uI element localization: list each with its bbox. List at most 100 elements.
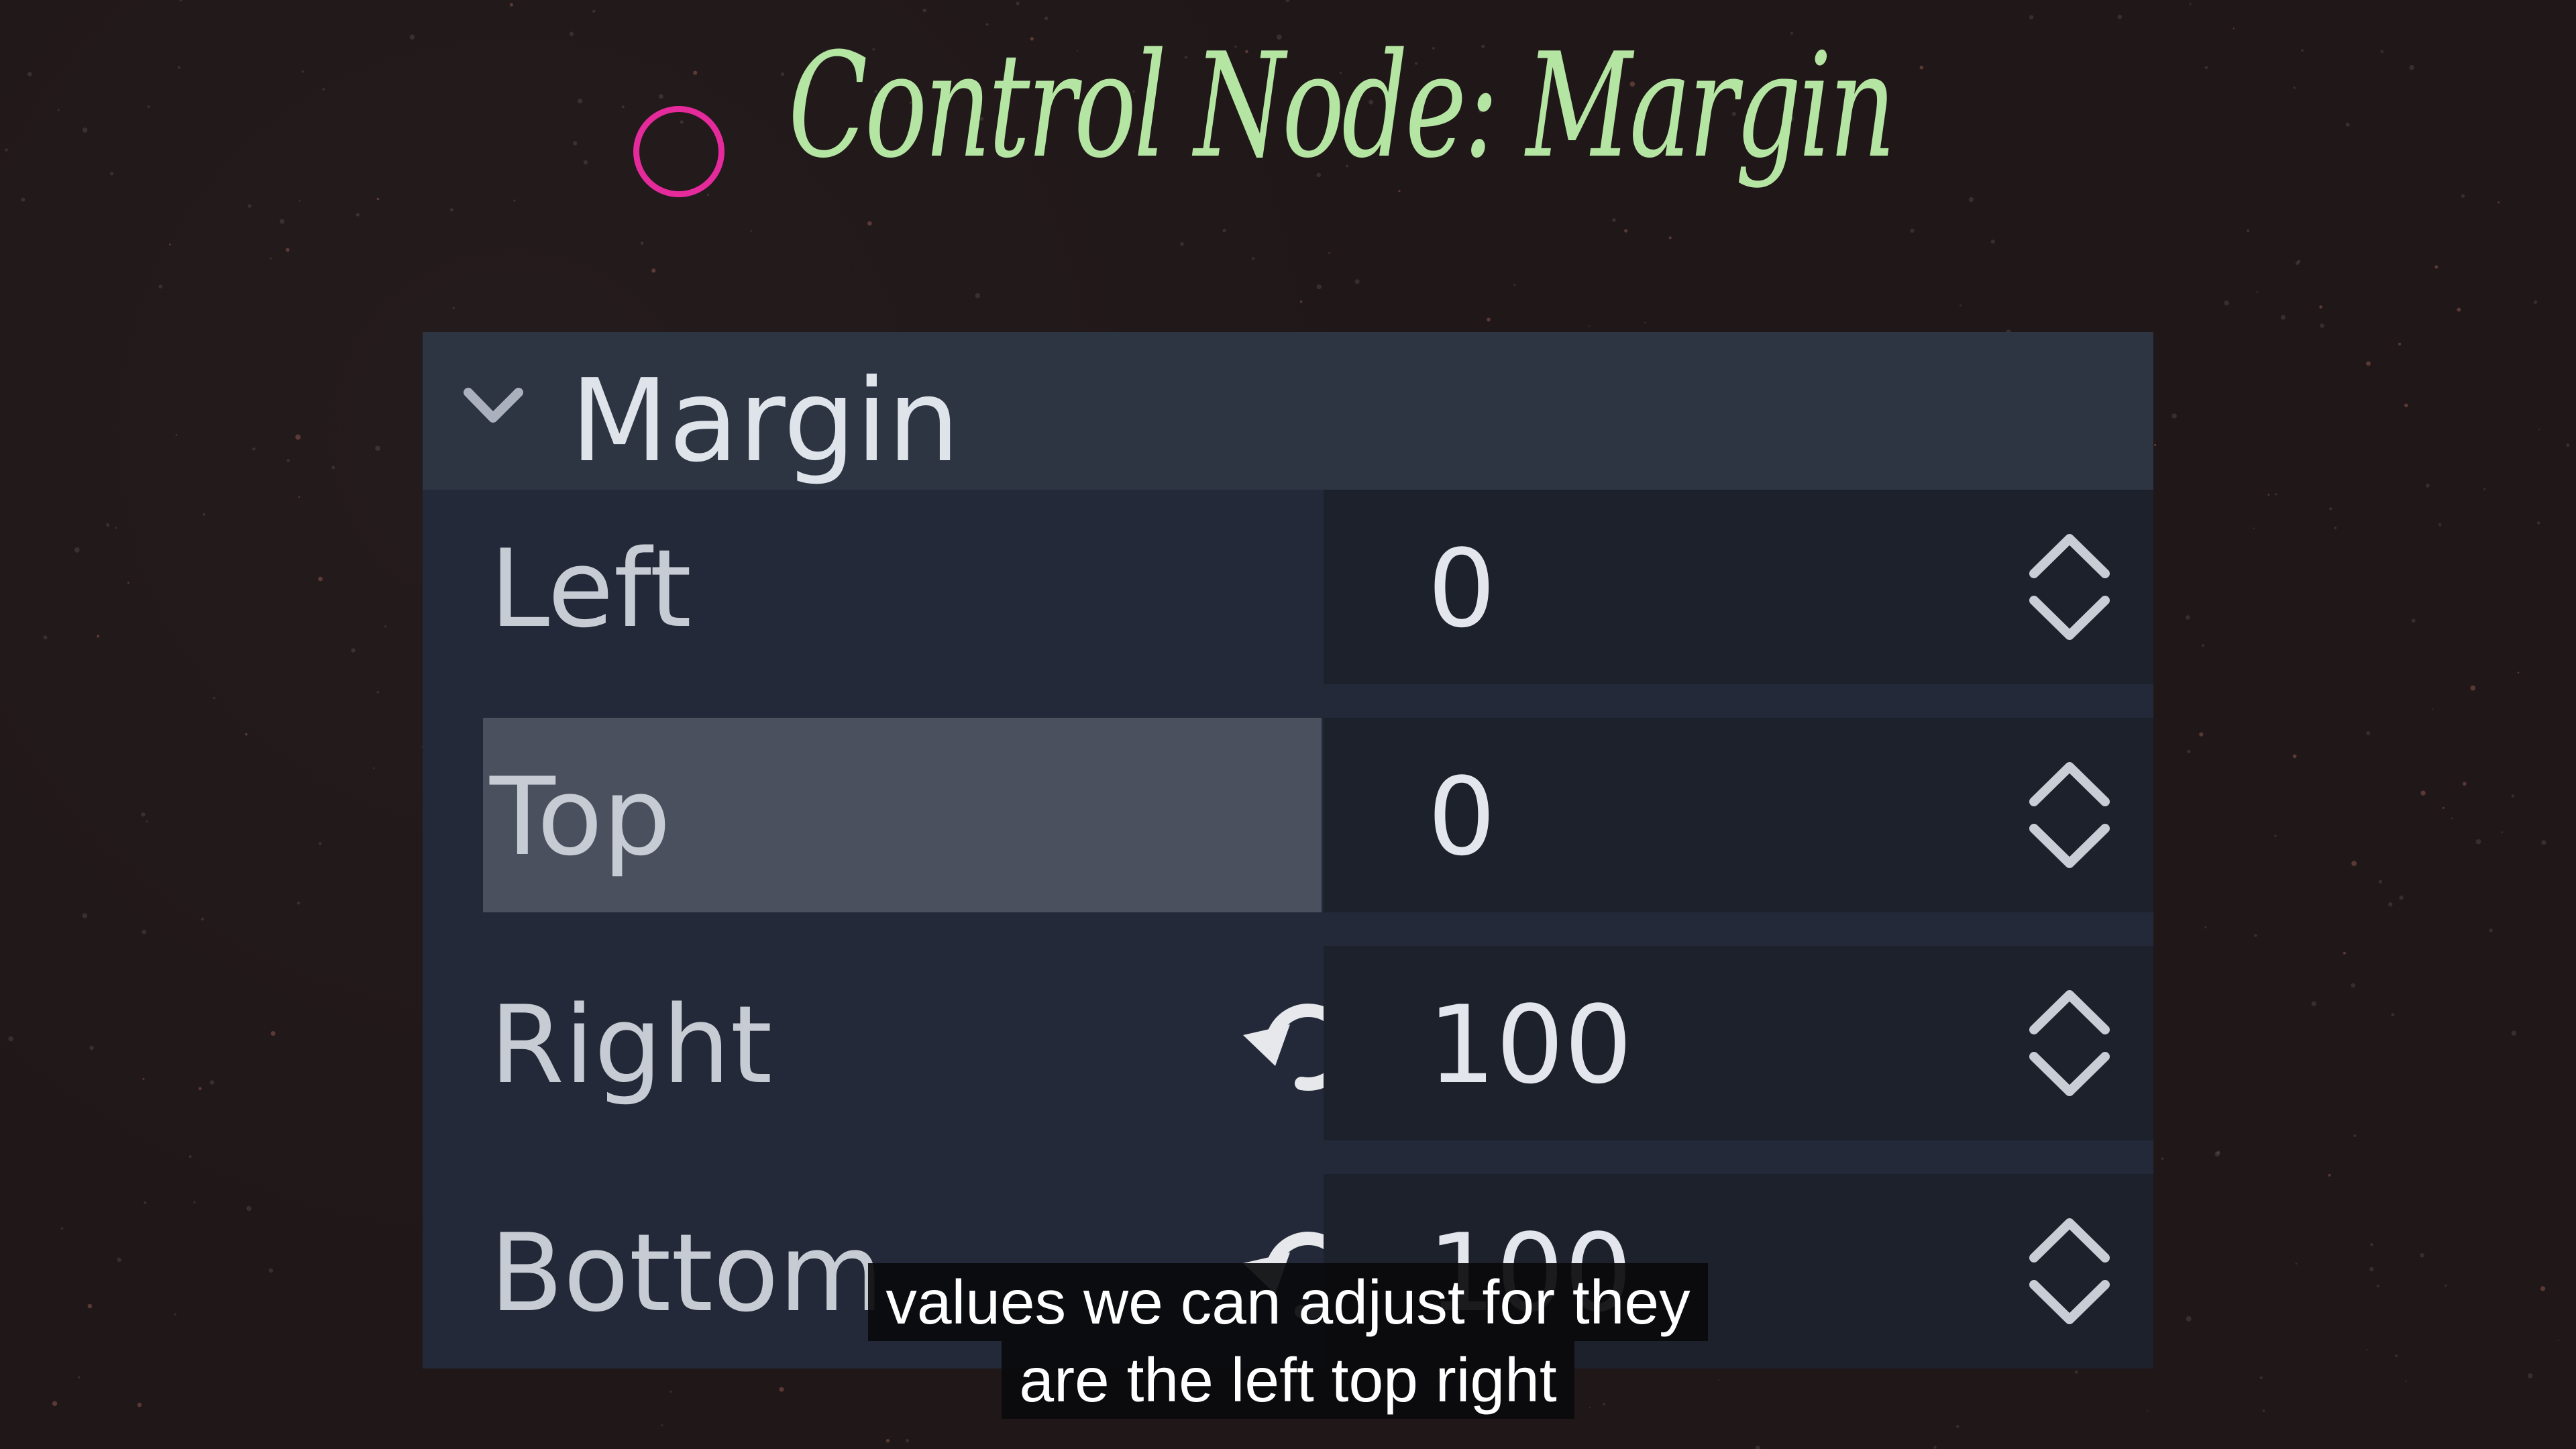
speckle	[199, 1087, 202, 1090]
speckle	[193, 1201, 196, 1203]
speckle	[2404, 403, 2408, 408]
top-value-field[interactable]: 0	[1324, 718, 2153, 912]
speckle	[2300, 49, 2304, 52]
speckle	[2161, 1157, 2164, 1160]
speckle	[2351, 983, 2355, 988]
speckle	[2233, 28, 2235, 30]
speckle	[2533, 300, 2538, 304]
speckle	[1513, 283, 1516, 286]
speckle	[2253, 934, 2257, 937]
speckle	[169, 244, 171, 246]
right-value[interactable]: 100	[1428, 986, 1632, 1104]
speckle	[248, 204, 252, 208]
speckle	[115, 527, 117, 529]
speckle	[252, 447, 256, 451]
speckle	[117, 1257, 121, 1263]
speckle	[2253, 527, 2255, 529]
speckle	[2566, 443, 2570, 447]
speckle	[1644, 321, 1646, 324]
speckle	[142, 930, 146, 934]
speckle	[2280, 315, 2286, 320]
speckle	[706, 193, 710, 197]
speckle	[376, 197, 380, 201]
speckle	[82, 127, 88, 133]
speckle	[127, 582, 129, 584]
speckle	[885, 1439, 890, 1443]
speckle	[74, 547, 80, 553]
speckle	[513, 199, 516, 202]
speckle	[2378, 879, 2382, 883]
speckle	[2388, 902, 2393, 907]
speckle	[1956, 1425, 1960, 1428]
speckle	[146, 820, 148, 822]
speckle	[573, 141, 578, 146]
speckle	[2434, 265, 2438, 269]
speckle	[592, 9, 596, 13]
speckle	[2420, 1253, 2424, 1258]
speckle	[2201, 644, 2205, 647]
speckle	[2457, 307, 2461, 312]
top-value[interactable]: 0	[1428, 758, 1496, 876]
speckle	[1910, 228, 1915, 233]
speckle	[1180, 241, 1184, 246]
property-label-area-hovered: Top	[483, 718, 1322, 912]
speckle	[178, 66, 181, 69]
speckle	[60, 1227, 64, 1230]
speckle	[2391, 1013, 2395, 1016]
speckle	[2517, 672, 2520, 674]
up-down-arrows-icon[interactable]	[2026, 983, 2113, 1104]
up-down-arrows-icon[interactable]	[2026, 755, 2113, 875]
speckle	[1354, 279, 1360, 284]
speckle	[213, 696, 215, 700]
title-bullet-circle	[633, 106, 724, 197]
speckle	[202, 513, 206, 516]
speckle	[2431, 708, 2434, 710]
speckle	[1328, 252, 1330, 254]
speckle	[569, 32, 574, 36]
speckle	[1316, 284, 1322, 290]
left-value-field[interactable]: 0	[1324, 490, 2153, 684]
speckle	[2171, 413, 2177, 419]
speckle	[509, 3, 513, 7]
speckle	[2370, 1243, 2373, 1246]
speckle	[578, 98, 583, 104]
speckle	[286, 459, 290, 462]
speckle	[158, 284, 163, 288]
speckle	[318, 576, 323, 582]
speckle	[97, 635, 100, 638]
speckle	[2199, 732, 2204, 737]
speckle	[409, 34, 415, 40]
left-value[interactable]: 0	[1428, 530, 1496, 648]
speckle	[2420, 790, 2426, 796]
speckle	[2409, 64, 2414, 70]
speckle	[2329, 507, 2332, 511]
video-frame: Control Node: Margin Margin Left 0 Top 0…	[0, 0, 2576, 1449]
speckle	[922, 8, 926, 13]
speckle	[144, 1201, 147, 1204]
speckle	[2411, 619, 2416, 623]
speckle	[372, 767, 375, 769]
speckle	[693, 70, 698, 75]
speckle	[1933, 1446, 1937, 1449]
speckle	[299, 199, 301, 202]
property-label-top: Top	[490, 754, 671, 879]
section-header-margin[interactable]: Margin	[423, 332, 2153, 490]
right-value-field[interactable]: 100	[1324, 946, 2153, 1140]
speckle	[270, 257, 272, 260]
speckle	[2366, 361, 2371, 366]
speckle	[1252, 257, 1255, 260]
speckle	[5, 148, 8, 152]
speckle	[2246, 229, 2250, 233]
speckle	[376, 690, 380, 694]
up-down-arrows-icon[interactable]	[2026, 527, 2113, 647]
speckle	[2461, 194, 2465, 198]
speckle	[2366, 731, 2371, 735]
speckle	[1299, 301, 1303, 303]
speckle	[2274, 493, 2277, 496]
speckle	[1919, 65, 1924, 70]
speckle	[2328, 1173, 2331, 1177]
speckle	[2353, 1134, 2357, 1137]
speckle	[651, 268, 656, 273]
speckle	[2319, 305, 2323, 309]
chevron-down-icon[interactable]	[462, 386, 525, 426]
